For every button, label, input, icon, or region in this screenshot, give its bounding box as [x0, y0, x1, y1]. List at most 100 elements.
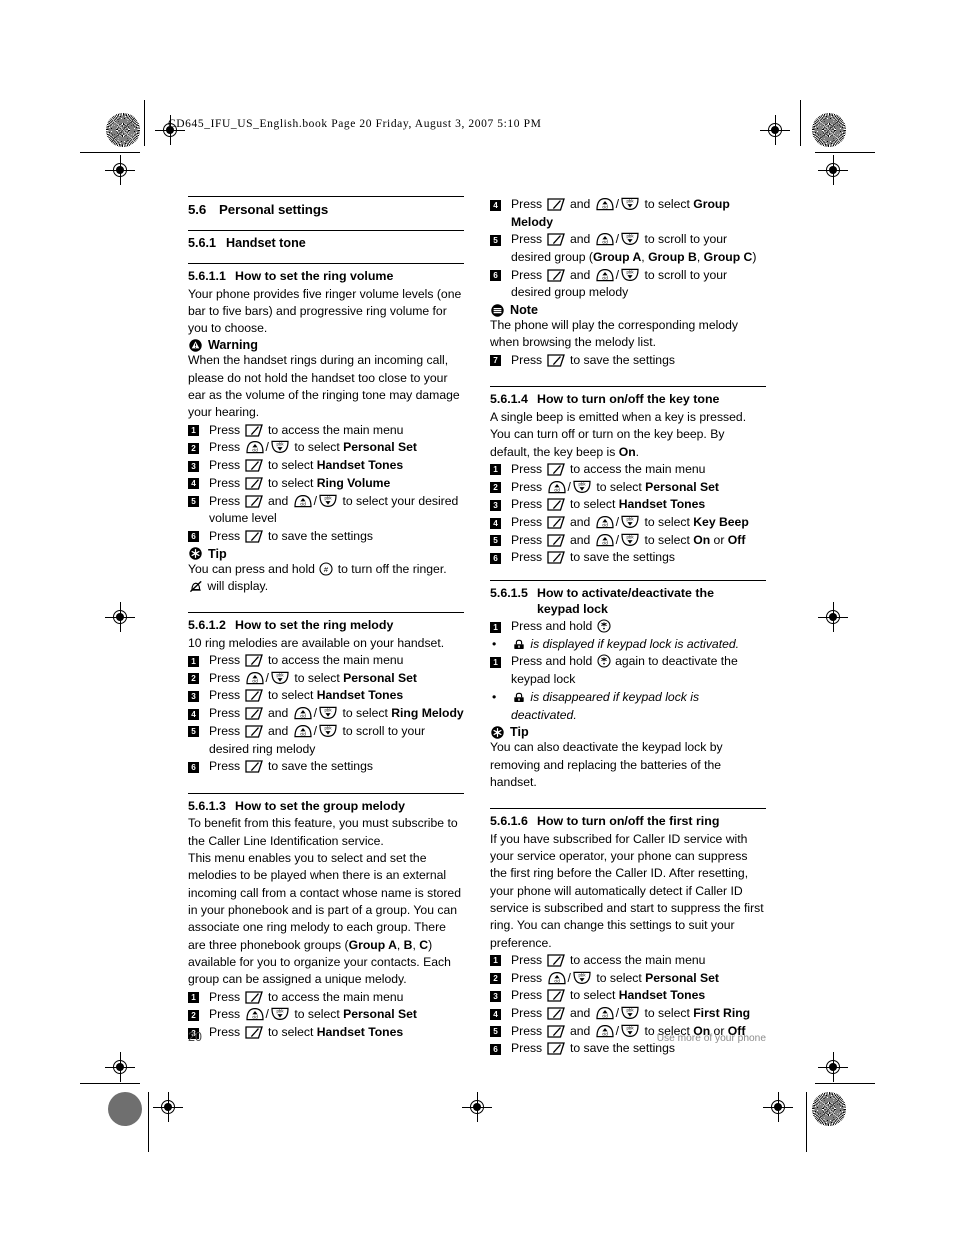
- group-melody-para1: To benefit from this feature, you must s…: [188, 816, 458, 848]
- softkey-icon: [546, 954, 566, 967]
- softkey-icon: [546, 498, 566, 511]
- trim-line-top-left-v: [144, 100, 145, 146]
- step-bold-term: Ring Volume: [316, 475, 391, 490]
- softkey-icon: [244, 530, 264, 543]
- slash: /: [265, 1007, 269, 1022]
- up-cid-key-icon: cid: [245, 671, 265, 685]
- step-number: 5: [188, 726, 199, 738]
- step-number: 4: [490, 199, 501, 211]
- page-footer: 20 Use more of your phone: [188, 1030, 766, 1044]
- group-melody-para2: This menu enables you to select and set …: [188, 850, 464, 989]
- trim-line-bottom-right-v: [806, 1092, 807, 1152]
- page-content: 5.6 Personal settings 5.6.1 Handset tone 5…: [188, 196, 766, 1058]
- step-verb: Press: [511, 532, 543, 547]
- heading-title: How to set the ring melody: [235, 618, 394, 633]
- step-verb: Press and hold: [511, 654, 593, 669]
- step-verb: Press: [511, 952, 543, 967]
- ring-melody-steps: 1 Press to access the main menu 2 Press …: [188, 652, 464, 776]
- step-item: 4 Press and cid / pbk to select Ring Melod…: [188, 705, 464, 723]
- trim-line-left-upper-h: [80, 152, 140, 153]
- page-number: 20: [188, 1030, 202, 1044]
- slash: /: [313, 706, 318, 721]
- step-number: 6: [188, 761, 199, 773]
- step-verb: Press: [511, 197, 543, 211]
- bullet-marker: •: [492, 636, 497, 651]
- group-melody-steps-right: 4 Press and cid / pbk to select Group Melo…: [490, 196, 766, 302]
- default-value-on: On: [618, 444, 636, 459]
- crosshair-right-upper: [818, 155, 848, 185]
- crosshair-right-lower: [818, 1052, 848, 1082]
- svg-text:cid: cid: [252, 1015, 258, 1020]
- keypad-lock-tip-text: You can also deactivate the keypad lock …: [490, 740, 723, 789]
- step-bold-term: Personal Set: [343, 440, 417, 455]
- step-verb: Press: [511, 1006, 543, 1021]
- step-item: 5 Press and cid / pbk to scroll to your de…: [188, 723, 464, 758]
- step-number: 6: [490, 552, 501, 564]
- group-c-term: C: [419, 937, 429, 952]
- step-text: to select: [596, 479, 646, 494]
- ring-melody-intro: 10 ring melodies are available on your h…: [188, 635, 445, 650]
- step-bold-term: Personal Set: [343, 1007, 417, 1022]
- heading-number: 5.6: [188, 202, 207, 217]
- step-bold-term: Handset Tones: [316, 688, 404, 703]
- conjunction: and: [569, 1006, 591, 1021]
- tip-icon: [189, 547, 202, 560]
- heading-number: 5.6.1.4: [490, 392, 528, 407]
- left-column: 5.6 Personal settings 5.6.1 Handset tone 5…: [188, 196, 464, 1042]
- svg-text:pbk: pbk: [578, 481, 586, 486]
- heading-title: How to turn on/off the first ring: [537, 814, 720, 829]
- softkey-icon: [546, 1042, 566, 1056]
- trim-line-left-lower-h: [80, 1083, 140, 1084]
- step-verb: Press: [511, 497, 543, 512]
- step-number: 2: [188, 673, 199, 685]
- step-item: 2 Press cid / pbk to select Personal Set: [188, 439, 464, 457]
- step-item: 4 Press to select Ring Volume: [188, 475, 464, 493]
- step-bold-term: Handset Tones: [618, 497, 706, 512]
- heading-title: Handset tone: [226, 236, 306, 250]
- softkey-icon: [546, 233, 566, 247]
- step-number: 2: [188, 442, 199, 454]
- star-key-icon: [597, 654, 611, 669]
- step-verb: Press: [209, 688, 241, 703]
- step-text: to select: [294, 1007, 344, 1022]
- softkey-icon: [244, 494, 264, 508]
- step-number: 6: [490, 270, 501, 282]
- heading-handset-tone: 5.6.1 Handset tone: [188, 234, 464, 250]
- moire-circle-top-left: [106, 113, 140, 147]
- heading-number: 5.6.1.5: [490, 586, 528, 601]
- heading-title-continued: keypad lock: [537, 601, 608, 616]
- rule-first-ring: [490, 808, 766, 810]
- step-item: 4 Press and cid / pbk to select Group Melo…: [490, 196, 766, 231]
- step-verb: Press: [209, 706, 241, 721]
- step-text: to select: [644, 1006, 694, 1021]
- svg-text:cid: cid: [554, 978, 560, 983]
- step-item: 1 Press to access the main menu: [188, 652, 464, 670]
- svg-text:#: #: [324, 564, 329, 573]
- step-number: 1: [188, 425, 199, 437]
- conjunction: and: [569, 532, 591, 547]
- step-verb: Press: [209, 653, 241, 668]
- softkey-icon: [244, 477, 264, 490]
- slash: /: [615, 1006, 620, 1021]
- step-number: 1: [490, 656, 501, 668]
- step-number: 3: [188, 460, 199, 472]
- group-melody-steps-final: 7 Press to save the settings: [490, 352, 766, 370]
- group-melody-note-text: The phone will play the corresponding me…: [490, 318, 738, 350]
- conjunction: and: [267, 493, 289, 508]
- heading-keypad-lock: 5.6.1.5 How to activate/deactivate the ke…: [490, 584, 766, 617]
- step-item: 2 Press cid / pbk to select Personal Set: [490, 479, 766, 497]
- step-bold-term: Handset Tones: [618, 988, 706, 1003]
- step-text: to save the settings: [267, 528, 373, 543]
- bullet-text: is displayed if keypad lock is activated…: [530, 636, 740, 651]
- ring-volume-warning-text: When the handset rings during an incomin…: [188, 353, 460, 420]
- softkey-icon: [546, 1007, 566, 1020]
- heading-number: 5.6.1.1: [188, 269, 226, 283]
- step-text: to select: [596, 970, 646, 985]
- step-number: 4: [490, 1008, 501, 1020]
- crosshair-bottom-left: [153, 1092, 183, 1122]
- step-item: 2 Press cid / pbk to select Personal Set: [188, 670, 464, 688]
- svg-text:pbk: pbk: [276, 672, 284, 677]
- step-bold-term: Ring Melody: [391, 706, 464, 721]
- moire-circle-top-right: [812, 113, 846, 147]
- tip-label: Tip: [208, 546, 227, 561]
